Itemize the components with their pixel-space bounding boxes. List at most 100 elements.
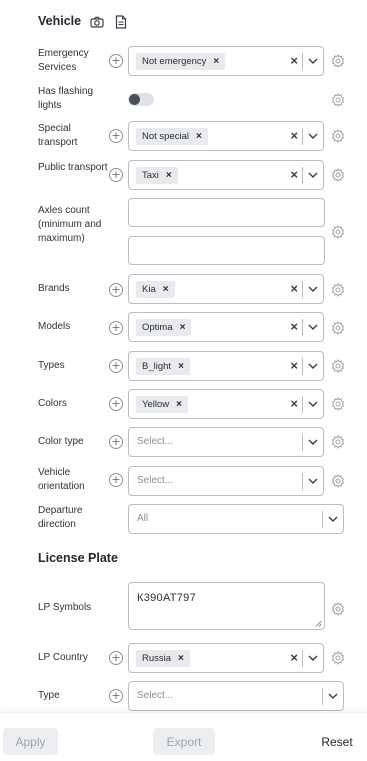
clear-icon[interactable]: × xyxy=(290,397,298,411)
public-transport-label: Public transport xyxy=(38,162,108,173)
types-add-icon[interactable] xyxy=(109,359,123,373)
chip-remove-icon[interactable]: × xyxy=(163,284,169,295)
chip-remove-icon[interactable]: × xyxy=(213,56,219,67)
emergency-select[interactable]: Not emergency × × xyxy=(128,46,324,76)
camera-icon[interactable] xyxy=(89,14,105,30)
orientation-add-icon[interactable] xyxy=(109,473,123,487)
models-select[interactable]: Optima × × xyxy=(128,312,324,342)
clear-icon[interactable]: × xyxy=(290,651,298,665)
lp-symbols-value: К390АТ797 xyxy=(137,592,197,604)
colors-select[interactable]: Yellow × × xyxy=(128,389,324,419)
chevron-down-icon[interactable] xyxy=(308,285,318,293)
emergency-add-icon[interactable] xyxy=(109,54,123,68)
chevron-down-icon[interactable] xyxy=(308,438,318,446)
chip-remove-icon[interactable]: × xyxy=(180,322,186,333)
brands-settings-icon[interactable] xyxy=(330,282,345,297)
types-label: Types xyxy=(38,360,65,371)
lp-country-add-icon[interactable] xyxy=(109,651,123,665)
special-chip: Not special × xyxy=(136,128,208,145)
chevron-down-icon[interactable] xyxy=(308,323,318,331)
departure-select[interactable]: All xyxy=(128,504,344,534)
lp-country-select[interactable]: Russia × × xyxy=(128,643,324,673)
types-chip: B_light × xyxy=(136,358,190,375)
lp-symbols-input[interactable]: К390АТ797 xyxy=(128,582,325,630)
chip-remove-icon[interactable]: × xyxy=(178,653,184,664)
types-settings-icon[interactable] xyxy=(330,358,345,373)
types-select[interactable]: B_light × × xyxy=(128,351,324,381)
axles-max-input[interactable] xyxy=(128,236,325,265)
select-separator xyxy=(302,128,303,145)
lp-type-label: Type xyxy=(38,690,60,701)
chip-remove-icon[interactable]: × xyxy=(166,170,172,181)
special-settings-icon[interactable] xyxy=(330,128,345,143)
select-separator xyxy=(302,358,303,375)
color-type-select[interactable]: Select... xyxy=(128,427,324,457)
axles-min-input[interactable] xyxy=(128,198,325,227)
apply-button[interactable]: Apply xyxy=(3,728,58,755)
public-settings-icon[interactable] xyxy=(330,167,345,182)
flashing-lights-toggle[interactable] xyxy=(128,93,154,106)
flashing-settings-icon[interactable] xyxy=(330,92,345,107)
clear-icon[interactable]: × xyxy=(290,320,298,334)
emergency-settings-icon[interactable] xyxy=(330,53,345,68)
chevron-down-icon[interactable] xyxy=(308,654,318,662)
chevron-down-icon[interactable] xyxy=(308,400,318,408)
chevron-down-icon[interactable] xyxy=(308,132,318,140)
special-add-icon[interactable] xyxy=(109,129,123,143)
brands-select[interactable]: Kia × × xyxy=(128,274,324,304)
colors-chip-label: Yellow xyxy=(142,399,170,410)
clear-icon[interactable]: × xyxy=(290,359,298,373)
axles-settings-icon[interactable] xyxy=(330,224,345,239)
orientation-settings-icon[interactable] xyxy=(330,473,345,488)
lp-symbols-settings-icon[interactable] xyxy=(330,601,345,616)
document-icon[interactable] xyxy=(113,14,129,30)
public-add-icon[interactable] xyxy=(109,168,123,182)
emergency-services-label: Emergency Services xyxy=(38,48,89,73)
toggle-knob xyxy=(129,94,140,105)
brands-add-icon[interactable] xyxy=(109,283,123,297)
chevron-down-icon[interactable] xyxy=(308,57,318,65)
color-type-label: Color type xyxy=(38,436,84,447)
models-settings-icon[interactable] xyxy=(330,320,345,335)
colors-settings-icon[interactable] xyxy=(330,396,345,411)
select-separator xyxy=(322,688,323,705)
chevron-down-icon[interactable] xyxy=(328,515,338,523)
export-button[interactable]: Export xyxy=(153,728,215,755)
chip-remove-icon[interactable]: × xyxy=(178,361,184,372)
chevron-down-icon[interactable] xyxy=(308,362,318,370)
colors-chip: Yellow × xyxy=(136,396,188,413)
license-plate-section-title: License Plate xyxy=(38,551,118,565)
models-add-icon[interactable] xyxy=(109,321,123,335)
special-select[interactable]: Not special × × xyxy=(128,121,324,151)
select-separator xyxy=(302,319,303,336)
clear-icon[interactable]: × xyxy=(290,54,298,68)
clear-icon[interactable]: × xyxy=(290,168,298,182)
colors-add-icon[interactable] xyxy=(109,397,123,411)
brands-label: Brands xyxy=(38,283,70,294)
chip-remove-icon[interactable]: × xyxy=(176,399,182,410)
chevron-down-icon[interactable] xyxy=(308,171,318,179)
clear-icon[interactable]: × xyxy=(290,129,298,143)
chevron-down-icon[interactable] xyxy=(308,477,318,485)
reset-button[interactable]: Reset xyxy=(312,728,362,755)
public-chip-label: Taxi xyxy=(142,170,159,181)
lp-country-label: LP Country xyxy=(38,652,88,663)
colors-label: Colors xyxy=(38,398,67,409)
color-type-settings-icon[interactable] xyxy=(330,434,345,449)
emergency-chip-label: Not emergency xyxy=(142,56,207,67)
lp-symbols-label: LP Symbols xyxy=(38,602,92,613)
color-type-add-icon[interactable] xyxy=(109,435,123,449)
lp-country-settings-icon[interactable] xyxy=(330,650,345,665)
resize-handle-icon[interactable] xyxy=(315,620,322,627)
public-select[interactable]: Taxi × × xyxy=(128,160,324,190)
lp-type-add-icon[interactable] xyxy=(109,689,123,703)
lp-type-select[interactable]: Select... xyxy=(128,681,344,711)
chevron-down-icon[interactable] xyxy=(328,692,338,700)
clear-icon[interactable]: × xyxy=(290,282,298,296)
select-separator xyxy=(302,650,303,667)
select-separator xyxy=(302,281,303,298)
brands-chip: Kia × xyxy=(136,281,175,298)
orientation-select[interactable]: Select... xyxy=(128,466,324,496)
chip-remove-icon[interactable]: × xyxy=(196,131,202,142)
models-chip: Optima × xyxy=(136,319,192,336)
